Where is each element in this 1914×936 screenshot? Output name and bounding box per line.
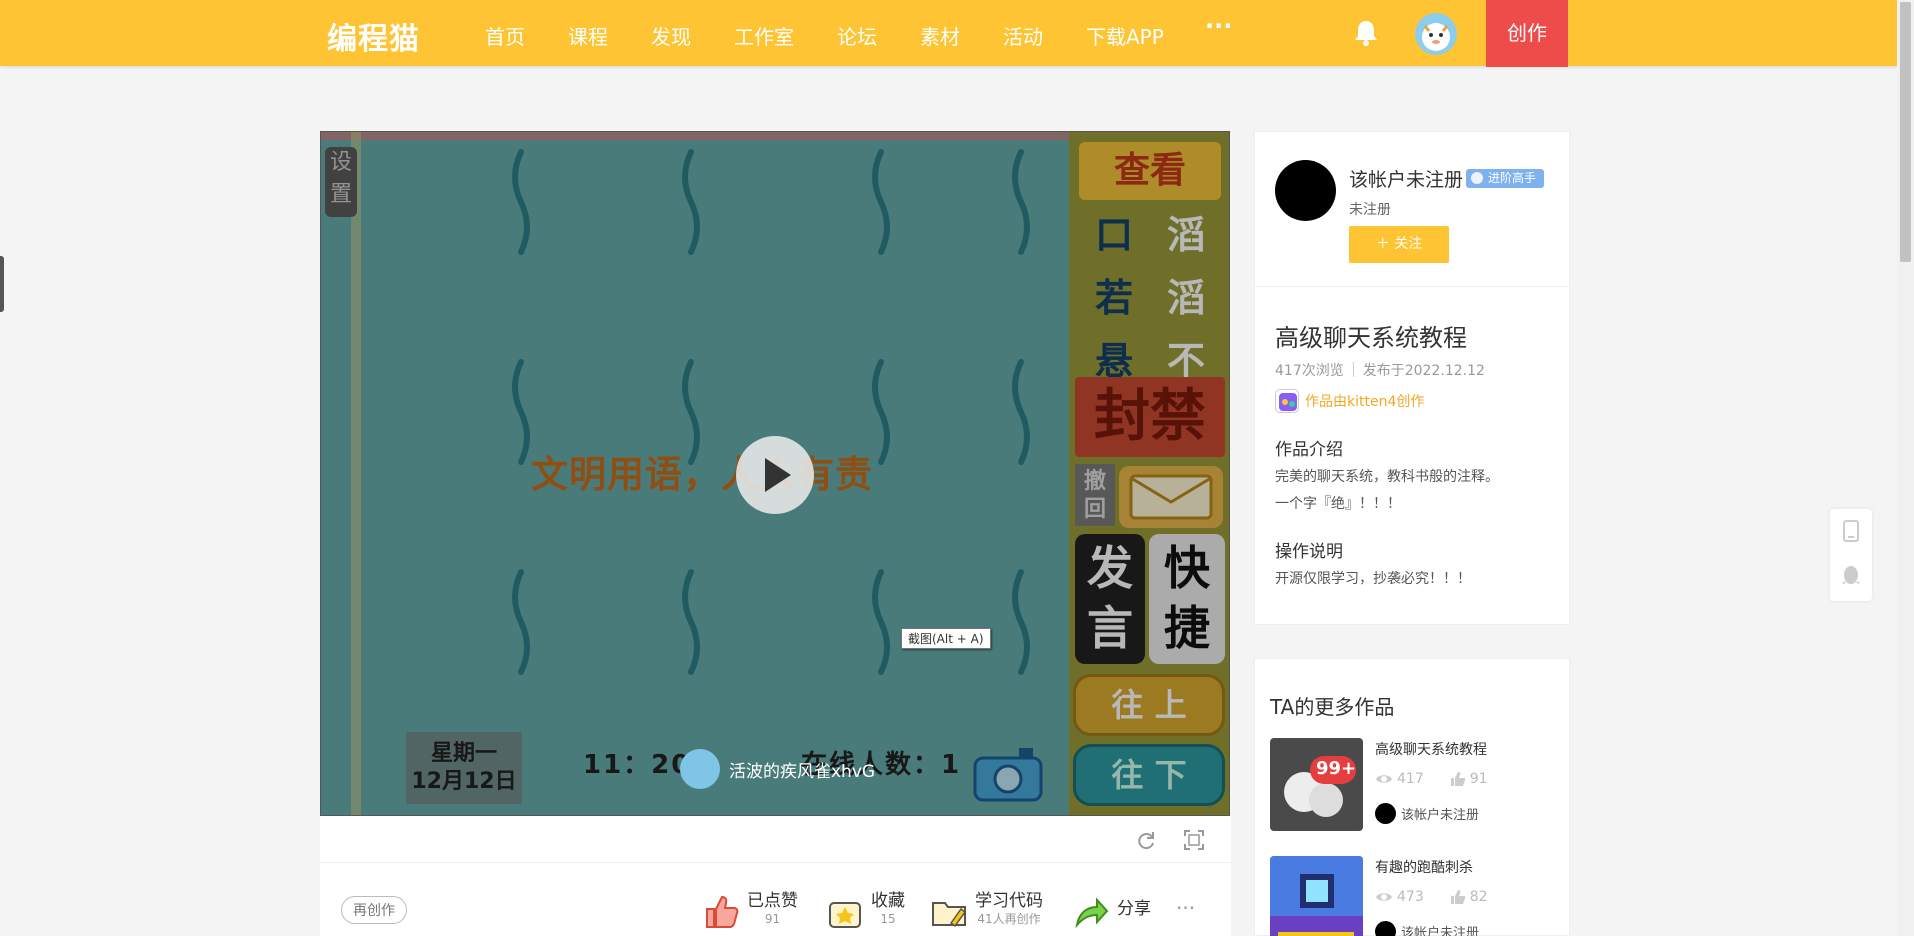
follow-button[interactable]: ＋ 关注 <box>1349 226 1449 263</box>
fullscreen-icon[interactable] <box>1183 829 1205 855</box>
nav-studio[interactable]: 工作室 <box>734 21 794 50</box>
author-level-badge: 进阶高手 <box>1466 169 1545 188</box>
work-item-title[interactable]: 高级聊天系统教程 <box>1375 739 1487 759</box>
learn-code-label: 学习代码 <box>975 891 1043 911</box>
work-item-author[interactable]: 该帐户未注册 <box>1375 921 1479 936</box>
nav-home[interactable]: 首页 <box>485 21 525 50</box>
top-nav: 编程猫 首页 课程 发现 工作室 论坛 素材 活动 下载APP ··· 创作 <box>0 0 1897 67</box>
thumbs-up-icon <box>706 895 739 928</box>
nav-events[interactable]: 活动 <box>1003 21 1043 50</box>
eye-icon <box>1376 775 1392 783</box>
player-author-chip[interactable]: 活波的疾风雀xhvG <box>680 749 875 789</box>
share-arrow-icon <box>1075 897 1109 929</box>
mobile-icon[interactable] <box>1843 520 1859 546</box>
like-count: 91 <box>764 912 781 926</box>
bell-icon[interactable] <box>1352 18 1380 52</box>
favorite-count: 15 <box>880 912 896 926</box>
author-status: 未注册 <box>1349 202 1391 218</box>
work-player[interactable]: 文明用语，人人有责 设置 查看 口 滔 若 滔 悬 不 封禁 撤回 发言 快捷 … <box>320 131 1230 816</box>
player-control-bar <box>320 816 1231 863</box>
user-avatar[interactable] <box>1415 13 1457 55</box>
work-thumbnail[interactable]: 99+ <box>1270 738 1363 831</box>
nav-forum[interactable]: 论坛 <box>837 21 877 50</box>
share-button[interactable]: 分享 <box>1071 891 1151 931</box>
work-item-stats: 417 91 <box>1375 771 1488 787</box>
share-label: 分享 <box>1117 899 1151 919</box>
play-button[interactable] <box>736 436 814 514</box>
nav-download-app[interactable]: 下载APP <box>1086 21 1164 50</box>
howto-heading: 操作说明 <box>1275 542 1343 562</box>
follow-label: 关注 <box>1394 236 1423 252</box>
scrollbar-thumb[interactable] <box>1900 2 1911 262</box>
site-logo[interactable]: 编程猫 <box>327 14 420 58</box>
side-tab[interactable] <box>0 256 4 312</box>
more-works-heading: TA的更多作品 <box>1270 695 1395 719</box>
restart-icon[interactable] <box>1134 829 1156 855</box>
work-item-stats: 473 82 <box>1375 889 1488 905</box>
screenshot-tooltip: 截图(Alt + A) <box>901 628 991 649</box>
nav-more-icon[interactable]: ··· <box>1205 12 1232 40</box>
intro-heading: 作品介绍 <box>1275 440 1343 460</box>
thumbs-up-icon <box>1450 890 1466 904</box>
work-meta: 417次浏览 发布于2022.12.12 <box>1275 360 1485 380</box>
kitten-app-icon <box>1275 389 1299 413</box>
work-item-views: 473 <box>1397 889 1424 905</box>
author-name[interactable]: 该帐户未注册 <box>1349 165 1463 192</box>
intro-line-1: 完美的聊天系统，教科书般的注释。 <box>1275 469 1499 485</box>
made-with-text: 作品由kitten4创作 <box>1305 394 1425 410</box>
nav-discover[interactable]: 发现 <box>651 21 691 50</box>
thumbnail-badge: 99+ <box>1316 758 1357 779</box>
work-item-author-avatar <box>1375 921 1396 936</box>
eye-icon <box>1376 893 1392 901</box>
player-author-name: 活波的疾风雀xhvG <box>729 761 876 782</box>
create-button[interactable]: 创作 <box>1486 0 1568 67</box>
work-list-item[interactable]: 有趣的跑酷刺杀 473 82 该帐户未注册 <box>1270 856 1560 936</box>
view-count: 417次浏览 <box>1275 363 1344 379</box>
author-avatar[interactable] <box>1275 160 1336 221</box>
qq-icon[interactable] <box>1842 565 1860 591</box>
action-bar: 再创作 已点赞 91 收藏 15 学习代码 41人再创作 分享 ··· <box>320 863 1231 936</box>
favorite-button[interactable]: 收藏 15 <box>825 891 905 931</box>
work-item-views: 417 <box>1397 771 1424 787</box>
work-item-likes: 82 <box>1469 889 1488 905</box>
learn-code-button[interactable]: 学习代码 41人再创作 <box>929 891 1043 931</box>
divider <box>1255 286 1569 287</box>
more-actions-icon[interactable]: ··· <box>1176 896 1195 920</box>
remix-button[interactable]: 再创作 <box>341 896 407 924</box>
remix-count: 41人再创作 <box>977 912 1041 926</box>
work-item-author-avatar <box>1375 803 1396 824</box>
work-item-likes: 91 <box>1469 771 1488 787</box>
publish-date: 发布于2022.12.12 <box>1362 363 1485 379</box>
work-item-title[interactable]: 有趣的跑酷刺杀 <box>1375 857 1473 877</box>
more-works-card: TA的更多作品 99+ 高级聊天系统教程 417 91 该帐户未注册 有趣的跑酷… <box>1254 658 1570 936</box>
floating-toolbar <box>1830 509 1872 601</box>
code-folder-icon <box>932 902 967 928</box>
nav-assets[interactable]: 素材 <box>920 21 960 50</box>
work-title: 高级聊天系统教程 <box>1275 324 1467 352</box>
like-label: 已点赞 <box>747 891 798 911</box>
work-item-author-name: 该帐户未注册 <box>1401 926 1480 936</box>
thumbs-up-icon <box>1450 772 1466 786</box>
intro-line-2: 一个字『绝』！！！ <box>1275 496 1401 512</box>
work-item-author[interactable]: 该帐户未注册 <box>1375 803 1479 824</box>
made-with-link[interactable]: 作品由kitten4创作 <box>1275 389 1424 413</box>
like-button[interactable]: 已点赞 91 <box>701 891 798 931</box>
player-author-avatar <box>680 749 720 789</box>
favorite-box-icon <box>829 902 861 928</box>
favorite-label: 收藏 <box>871 891 905 911</box>
howto-text: 开源仅限学习，抄袭必究！！！ <box>1275 571 1471 587</box>
work-item-author-name: 该帐户未注册 <box>1401 808 1480 823</box>
plus-icon: ＋ <box>1375 236 1395 252</box>
work-info-card: 该帐户未注册 进阶高手 未注册 ＋ 关注 高级聊天系统教程 417次浏览 发布于2… <box>1254 131 1570 625</box>
work-thumbnail[interactable] <box>1270 856 1363 936</box>
nav-courses[interactable]: 课程 <box>568 21 608 50</box>
work-list-item[interactable]: 99+ 高级聊天系统教程 417 91 该帐户未注册 <box>1270 738 1560 833</box>
